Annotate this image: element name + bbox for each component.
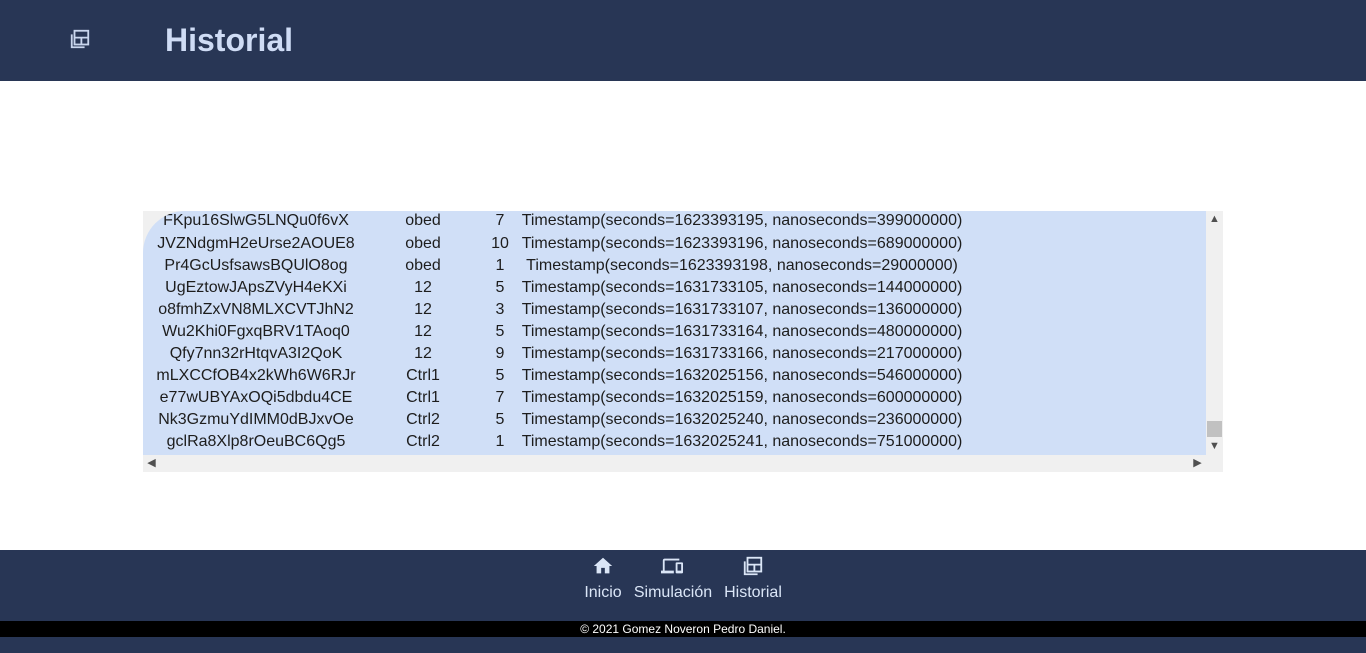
nav-label: Inicio <box>584 584 622 601</box>
value-cell: 5 <box>495 323 505 340</box>
timestamp-cell: Timestamp(seconds=1623393198, nanosecond… <box>526 257 958 274</box>
value-cell: 1 <box>495 433 505 450</box>
history-table-container[interactable]: FKpu16SlwG5LNQu0f6vX obed 7 Timestamp(se… <box>143 211 1223 472</box>
value-cell: 5 <box>495 411 505 428</box>
value-cell: 1 <box>495 257 505 274</box>
record-id-cell: gclRa8Xlp8rOeuBC6Qg5 <box>166 433 346 450</box>
copyright-text: © 2021 Gomez Noveron Pedro Daniel. <box>0 621 1366 637</box>
nav-label: Simulación <box>633 584 713 601</box>
value-cell: 10 <box>491 235 509 252</box>
nav-label: Historial <box>724 584 782 601</box>
value-cell: 7 <box>495 389 505 406</box>
record-id-cell: Qfy7nn32rHtqvA3I2QoK <box>169 345 343 362</box>
timestamp-cell: Timestamp(seconds=1632025240, nanosecond… <box>521 411 963 428</box>
user-cell: obed <box>405 235 441 252</box>
timestamp-cell: Timestamp(seconds=1623393195, nanosecond… <box>521 212 963 229</box>
value-cell: 5 <box>495 279 505 296</box>
timestamp-cell: Timestamp(seconds=1631733105, nanosecond… <box>521 279 963 296</box>
scroll-right-arrow-icon[interactable]: ▶ <box>1189 455 1206 472</box>
history-icon <box>743 556 763 576</box>
user-cell: obed <box>405 212 441 229</box>
user-cell: Ctrl1 <box>406 367 440 384</box>
user-cell: 12 <box>414 323 432 340</box>
record-id-cell: o8fmhZxVN8MLXCVTJhN2 <box>158 301 354 318</box>
nav-item-inicio[interactable]: Inicio <box>580 550 626 621</box>
record-id-cell: e77wUBYAxOQi5dbdu4CE <box>159 389 353 406</box>
timestamp-cell: Timestamp(seconds=1632025159, nanosecond… <box>521 389 963 406</box>
record-id-cell: Pr4GcUsfsawsBQUlO8og <box>164 257 348 274</box>
vertical-scrollbar-thumb[interactable] <box>1207 421 1222 437</box>
user-cell: obed <box>405 257 441 274</box>
table-row: Wu2Khi0FgxqBRV1TAoq0 12 5 Timestamp(seco… <box>143 321 1206 343</box>
user-cell: 12 <box>414 301 432 318</box>
page-title: Historial <box>165 22 294 58</box>
value-cell: 9 <box>495 345 505 362</box>
timestamp-cell: Timestamp(seconds=1623393196, nanosecond… <box>521 235 963 252</box>
value-cell: 7 <box>495 212 505 229</box>
nav-item-historial[interactable]: Historial <box>722 550 784 621</box>
record-id-cell: FKpu16SlwG5LNQu0f6vX <box>163 212 349 229</box>
scroll-up-arrow-icon[interactable]: ▲ <box>1206 211 1223 228</box>
table-row: mLXCCfOB4x2kWh6W6RJr Ctrl1 5 Timestamp(s… <box>143 365 1206 387</box>
timestamp-cell: Timestamp(seconds=1632025241, nanosecond… <box>521 433 963 450</box>
table-row: FKpu16SlwG5LNQu0f6vX obed 7 Timestamp(se… <box>143 211 1206 232</box>
value-cell: 3 <box>495 301 505 318</box>
table-row: UgEztowJApsZVyH4eKXi 12 5 Timestamp(seco… <box>143 277 1206 299</box>
table-row: gclRa8Xlp8rOeuBC6Qg5 Ctrl2 1 Timestamp(s… <box>143 431 1206 453</box>
user-cell: Ctrl2 <box>406 433 440 450</box>
table-row: JVZNdgmH2eUrse2AOUE8 obed 10 Timestamp(s… <box>143 233 1206 255</box>
scrollbar-corner <box>1206 455 1223 472</box>
table-row: Pr4GcUsfsawsBQUlO8og obed 1 Timestamp(se… <box>143 255 1206 277</box>
table-row: e77wUBYAxOQi5dbdu4CE Ctrl1 7 Timestamp(s… <box>143 387 1206 409</box>
timestamp-cell: Timestamp(seconds=1631733164, nanosecond… <box>521 323 963 340</box>
top-app-bar: Historial <box>0 0 1366 81</box>
user-cell: 12 <box>414 279 432 296</box>
devices-icon <box>661 558 683 574</box>
user-cell: 12 <box>414 345 432 362</box>
value-cell: 5 <box>495 367 505 384</box>
home-icon <box>593 557 613 574</box>
record-id-cell: mLXCCfOB4x2kWh6W6RJr <box>156 367 356 384</box>
record-id-cell: Nk3GzmuYdIMM0dBJxvOe <box>158 411 354 428</box>
history-icon[interactable] <box>69 28 91 50</box>
table-row: Qfy7nn32rHtqvA3I2QoK 12 9 Timestamp(seco… <box>143 343 1206 365</box>
bottom-navigation: Inicio Simulación Historial <box>0 550 1366 653</box>
timestamp-cell: Timestamp(seconds=1631733107, nanosecond… <box>521 301 963 318</box>
horizontal-scrollbar[interactable]: ◀ ▶ <box>143 455 1206 472</box>
record-id-cell: JVZNdgmH2eUrse2AOUE8 <box>157 235 355 252</box>
scroll-left-arrow-icon[interactable]: ◀ <box>143 455 160 472</box>
history-table: FKpu16SlwG5LNQu0f6vX obed 7 Timestamp(se… <box>143 211 1206 455</box>
nav-item-simulacion[interactable]: Simulación <box>632 550 714 621</box>
timestamp-cell: Timestamp(seconds=1632025156, nanosecond… <box>521 367 963 384</box>
record-id-cell: UgEztowJApsZVyH4eKXi <box>165 279 347 296</box>
user-cell: Ctrl1 <box>406 389 440 406</box>
timestamp-cell: Timestamp(seconds=1631733166, nanosecond… <box>521 345 963 362</box>
table-row: o8fmhZxVN8MLXCVTJhN2 12 3 Timestamp(seco… <box>143 299 1206 321</box>
table-row: Nk3GzmuYdIMM0dBJxvOe Ctrl2 5 Timestamp(s… <box>143 409 1206 431</box>
scroll-down-arrow-icon[interactable]: ▼ <box>1206 438 1223 455</box>
record-id-cell: Wu2Khi0FgxqBRV1TAoq0 <box>162 323 350 340</box>
vertical-scrollbar[interactable]: ▲ ▼ <box>1206 211 1223 455</box>
user-cell: Ctrl2 <box>406 411 440 428</box>
